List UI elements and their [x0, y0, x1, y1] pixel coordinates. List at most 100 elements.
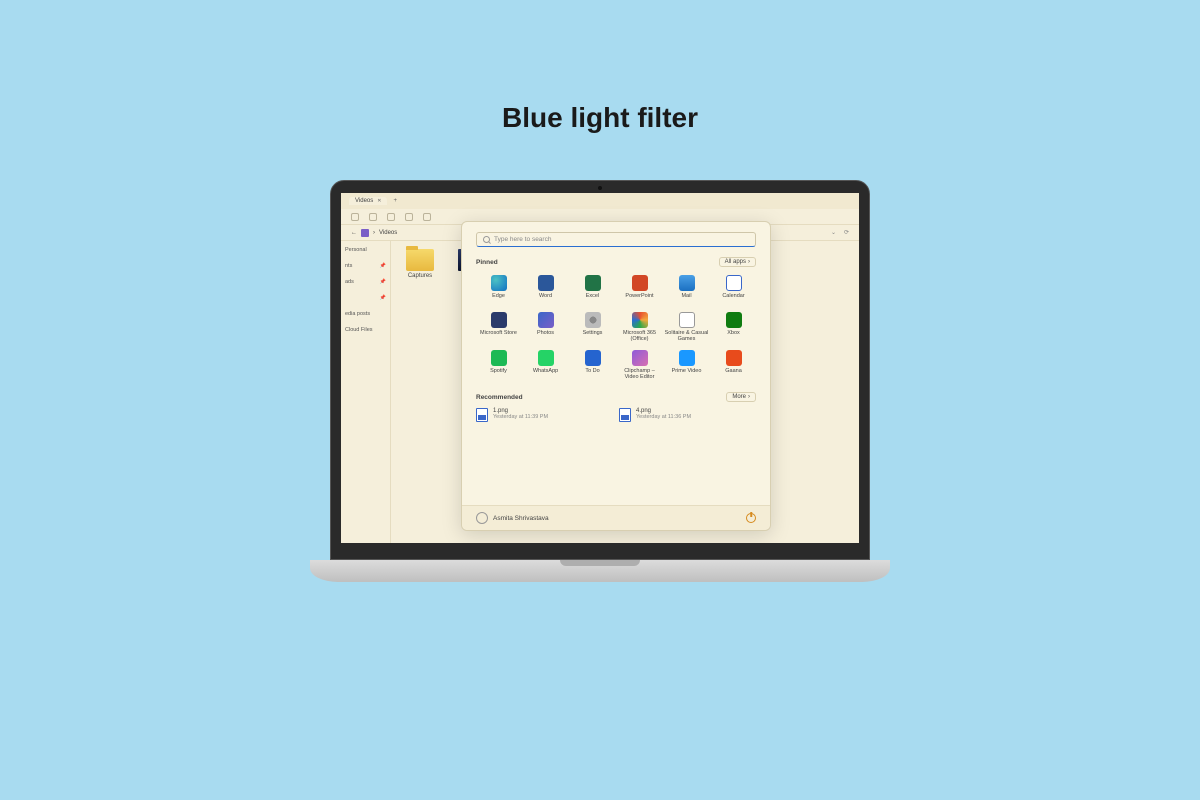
- explorer-tabbar: Videos ✕ +: [341, 193, 859, 209]
- app-label: Xbox: [727, 330, 740, 341]
- app-icon: [585, 312, 601, 328]
- app-label: Spotify: [490, 368, 507, 379]
- app-icon: [491, 275, 507, 291]
- sidebar-item-personal[interactable]: Personal: [345, 247, 386, 253]
- pinned-app[interactable]: Microsoft 365 (Office): [617, 310, 662, 344]
- file-icon: [476, 408, 488, 422]
- explorer-tab[interactable]: Videos ✕: [349, 197, 387, 205]
- pinned-app[interactable]: Excel: [570, 273, 615, 306]
- app-icon: [679, 350, 695, 366]
- recommended-list: 1.pngYesterday at 11:39 PM 4.pngYesterday…: [476, 408, 756, 422]
- screen-bezel: Videos ✕ + ← › Videos ⌄ ⟳: [330, 180, 870, 560]
- pinned-app[interactable]: Settings: [570, 310, 615, 344]
- app-icon: [491, 312, 507, 328]
- screen: Videos ✕ + ← › Videos ⌄ ⟳: [341, 193, 859, 543]
- app-label: Gaana: [725, 368, 742, 379]
- pinned-app[interactable]: Photos: [523, 310, 568, 344]
- laptop-mockup: Videos ✕ + ← › Videos ⌄ ⟳: [310, 180, 890, 582]
- app-label: Prime Video: [672, 368, 702, 379]
- toolbar-icon[interactable]: [351, 213, 359, 221]
- app-label: Microsoft 365 (Office): [617, 330, 662, 342]
- app-label: To Do: [585, 368, 599, 379]
- app-icon: [585, 350, 601, 366]
- pinned-app[interactable]: WhatsApp: [523, 348, 568, 382]
- pinned-app[interactable]: Solitaire & Casual Games: [664, 310, 709, 344]
- pin-icon: 📌: [380, 295, 386, 301]
- new-tab-button[interactable]: +: [393, 198, 397, 204]
- app-icon: [491, 350, 507, 366]
- start-footer: Asmita Shrivastava: [462, 505, 770, 530]
- page-title: Blue light filter: [0, 102, 1200, 134]
- app-label: WhatsApp: [533, 368, 558, 379]
- camera-dot: [598, 186, 602, 190]
- app-icon: [632, 312, 648, 328]
- app-icon: [679, 312, 695, 328]
- all-apps-button[interactable]: All apps›: [719, 257, 756, 267]
- power-icon[interactable]: [746, 513, 756, 523]
- pinned-app[interactable]: Spotify: [476, 348, 521, 382]
- explorer-sidebar: Personal nts📌 ads📌 📌 edia posts Cloud Fi…: [341, 241, 391, 543]
- app-icon: [632, 350, 648, 366]
- rec-subtitle: Yesterday at 11:39 PM: [493, 414, 548, 420]
- sidebar-item-downloads[interactable]: ads📌: [345, 279, 386, 285]
- app-icon: [538, 275, 554, 291]
- pinned-header: Pinned All apps›: [476, 257, 756, 267]
- app-label: Microsoft Store: [480, 330, 517, 341]
- chevron-right-icon: ›: [748, 259, 750, 265]
- pinned-app[interactable]: Clipchamp – Video Editor: [617, 348, 662, 382]
- breadcrumb[interactable]: Videos: [379, 230, 397, 236]
- search-icon: [483, 236, 490, 243]
- app-label: Solitaire & Casual Games: [664, 330, 709, 342]
- app-icon: [726, 275, 742, 291]
- app-label: Edge: [492, 293, 505, 304]
- back-icon[interactable]: ←: [351, 230, 357, 236]
- sidebar-item-posts[interactable]: edia posts: [345, 311, 386, 317]
- folder-icon: [406, 249, 434, 271]
- app-icon: [538, 350, 554, 366]
- user-avatar-icon[interactable]: [476, 512, 488, 524]
- folder-item[interactable]: Captures: [401, 249, 439, 279]
- app-label: Mail: [681, 293, 691, 304]
- pinned-app[interactable]: Edge: [476, 273, 521, 306]
- pinned-app[interactable]: Microsoft Store: [476, 310, 521, 344]
- refresh-icon[interactable]: ⟳: [844, 229, 849, 236]
- rec-subtitle: Yesterday at 11:36 PM: [636, 414, 691, 420]
- recommended-item[interactable]: 1.pngYesterday at 11:39 PM: [476, 408, 613, 422]
- pinned-app[interactable]: Prime Video: [664, 348, 709, 382]
- pin-icon: 📌: [380, 279, 386, 285]
- toolbar-icon[interactable]: [369, 213, 377, 221]
- toolbar-icon[interactable]: [423, 213, 431, 221]
- app-icon: [726, 350, 742, 366]
- sidebar-item-documents[interactable]: nts📌: [345, 263, 386, 269]
- app-label: Settings: [583, 330, 603, 341]
- pinned-app[interactable]: To Do: [570, 348, 615, 382]
- breadcrumb-sep: ›: [373, 230, 375, 236]
- app-label: Clipchamp – Video Editor: [617, 368, 662, 380]
- app-label: Word: [539, 293, 552, 304]
- search-placeholder: Type here to search: [494, 236, 551, 243]
- close-icon[interactable]: ✕: [377, 198, 381, 204]
- view-dropdown-icon[interactable]: ⌄: [831, 229, 836, 236]
- app-icon: [538, 312, 554, 328]
- search-input[interactable]: Type here to search: [476, 232, 756, 247]
- app-label: Excel: [586, 293, 599, 304]
- toolbar-icon[interactable]: [405, 213, 413, 221]
- pinned-app[interactable]: Word: [523, 273, 568, 306]
- sidebar-item-cloud[interactable]: Cloud Files: [345, 327, 386, 333]
- chevron-right-icon: ›: [748, 394, 750, 400]
- pinned-app[interactable]: Calendar: [711, 273, 756, 306]
- more-button[interactable]: More›: [726, 392, 756, 402]
- pinned-app[interactable]: Mail: [664, 273, 709, 306]
- start-menu: Type here to search Pinned All apps› Edg…: [461, 221, 771, 531]
- sidebar-item[interactable]: 📌: [345, 295, 386, 301]
- recommended-item[interactable]: 4.pngYesterday at 11:36 PM: [619, 408, 756, 422]
- tab-label: Videos: [355, 198, 373, 204]
- app-label: Photos: [537, 330, 554, 341]
- recommended-label: Recommended: [476, 394, 523, 401]
- toolbar-icon[interactable]: [387, 213, 395, 221]
- pinned-app[interactable]: Gaana: [711, 348, 756, 382]
- pinned-app[interactable]: Xbox: [711, 310, 756, 344]
- app-label: Calendar: [722, 293, 744, 304]
- pinned-app[interactable]: PowerPoint: [617, 273, 662, 306]
- user-name[interactable]: Asmita Shrivastava: [493, 515, 549, 522]
